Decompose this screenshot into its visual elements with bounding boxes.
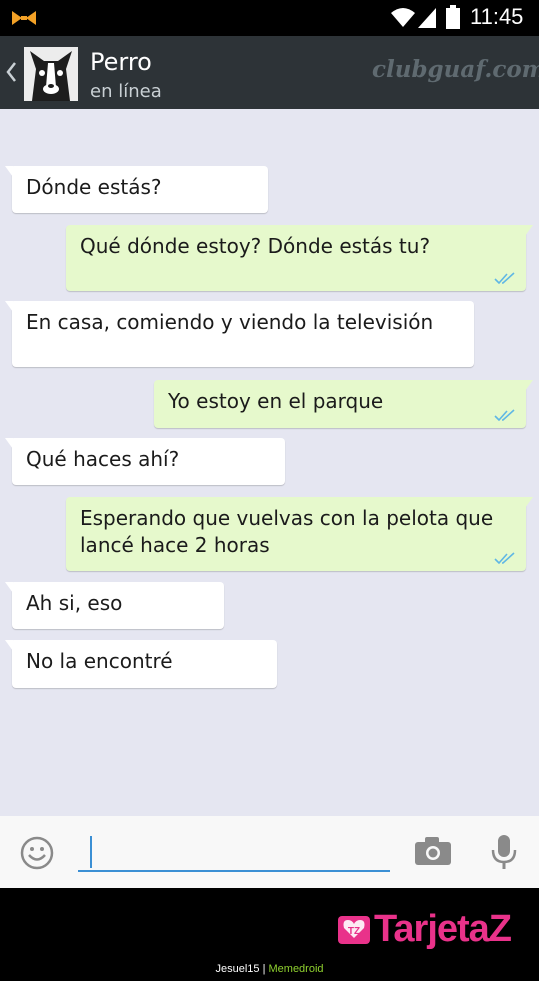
credit-site: Memedroid xyxy=(268,963,324,975)
message-bubble-outgoing: Qué dónde estoy? Dónde estás tu? xyxy=(66,225,533,291)
read-ticks-icon xyxy=(494,409,515,421)
avatar[interactable] xyxy=(24,47,78,101)
mic-icon[interactable] xyxy=(490,834,518,870)
contact-name[interactable]: Perro xyxy=(90,48,152,76)
status-bar: 11:45 xyxy=(0,0,539,36)
read-ticks-icon xyxy=(494,552,515,564)
battery-icon xyxy=(446,5,460,29)
contact-status: en línea xyxy=(90,81,162,102)
brand-logo: TZ xyxy=(338,916,370,944)
message-composer xyxy=(0,816,539,888)
brand-name: TarjetaZ xyxy=(374,908,512,950)
message-text: En casa, comiendo y viendo la televisión xyxy=(26,310,434,334)
smiley-icon[interactable] xyxy=(20,836,54,870)
watermark: clubguaf.com xyxy=(372,56,539,83)
message-bubble-outgoing: Yo estoy en el parque xyxy=(154,380,533,428)
chat-header[interactable]: Perro en línea clubguaf.com xyxy=(0,36,539,109)
clock: 11:45 xyxy=(470,4,524,29)
camera-icon[interactable] xyxy=(414,836,452,866)
message-text: Dónde estás? xyxy=(26,175,162,199)
message-text: Ah si, eso xyxy=(26,591,123,615)
notification-icon xyxy=(12,11,36,25)
message-bubble-outgoing: Esperando que vuelvas con la pelota que … xyxy=(66,497,533,571)
read-ticks-icon xyxy=(494,272,515,284)
credit-line: Jesuel15 | Memedroid xyxy=(0,963,539,975)
message-bubble-incoming: No la encontré xyxy=(5,640,277,688)
message-bubble-incoming: Dónde estás? xyxy=(5,166,268,213)
message-text: Qué haces ahí? xyxy=(26,447,180,471)
chat-area[interactable]: Dónde estás? Qué dónde estoy? Dónde está… xyxy=(0,109,539,816)
back-icon[interactable] xyxy=(4,60,18,84)
message-bubble-incoming: Qué haces ahí? xyxy=(5,438,285,485)
text-caret xyxy=(90,836,92,868)
message-text: Esperando que vuelvas con la pelota que … xyxy=(80,506,494,557)
message-input[interactable] xyxy=(78,832,390,872)
message-text: Yo estoy en el parque xyxy=(168,389,384,413)
message-text: No la encontré xyxy=(26,649,173,673)
credit-separator: | xyxy=(262,963,266,975)
message-bubble-incoming: En casa, comiendo y viendo la televisión xyxy=(5,301,474,367)
brand-logo-text: TZ xyxy=(348,926,360,937)
footer: TZ TarjetaZ Jesuel15 | Memedroid xyxy=(0,888,539,981)
wifi-icon xyxy=(391,8,415,27)
message-text: Qué dónde estoy? Dónde estás tu? xyxy=(80,234,431,258)
credit-user: Jesuel15 xyxy=(215,963,260,975)
message-bubble-incoming: Ah si, eso xyxy=(5,582,224,629)
signal-icon xyxy=(418,8,436,28)
